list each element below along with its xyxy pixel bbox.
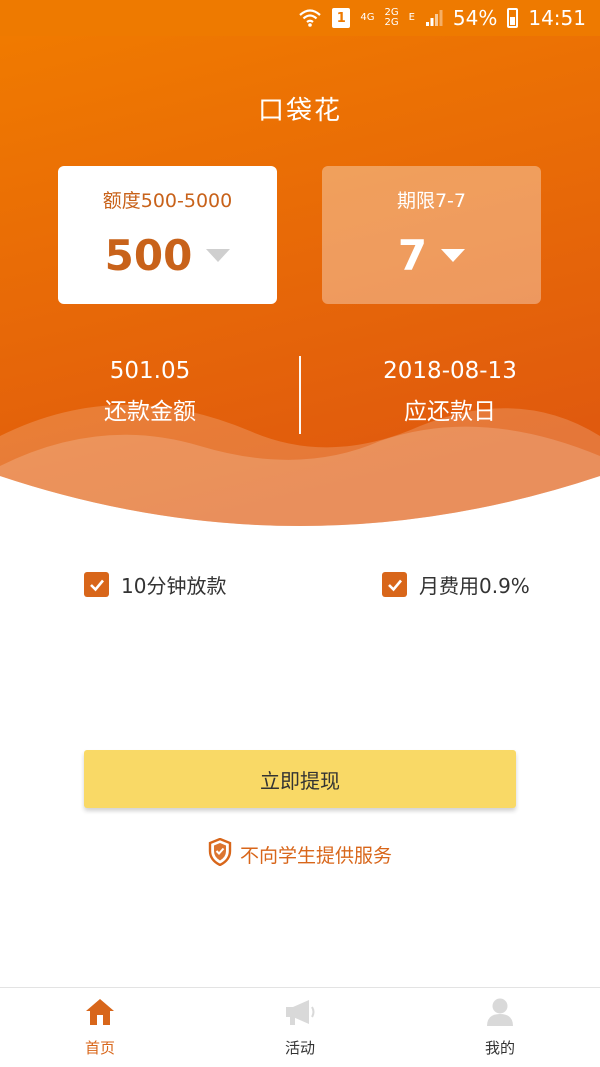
feature-monthly-fee[interactable]: 月费用0.9%	[382, 570, 530, 599]
nav-label: 首页	[84, 1039, 115, 1057]
battery-icon	[507, 8, 519, 28]
checkbox-checked-icon[interactable]	[84, 572, 109, 597]
nav-home[interactable]: 首页	[0, 988, 200, 1067]
megaphone-icon	[283, 997, 317, 1031]
signal-icon	[425, 9, 443, 27]
status-bar: 1 4G 2G 2G E 54% 14:51	[0, 0, 600, 36]
network-4g-label: 4G	[360, 12, 375, 23]
bottom-nav: 首页 活动 我的	[0, 987, 600, 1067]
feature-label: 月费用0.9%	[419, 574, 530, 598]
amount-value: 500	[104, 231, 193, 280]
status-time: 14:51	[528, 6, 586, 30]
network-2g-indicator: 2G 2G	[384, 8, 398, 28]
wifi-icon	[298, 8, 322, 28]
repay-amount-label: 还款金额	[104, 399, 196, 425]
dropdown-arrow-icon	[206, 249, 231, 262]
sim-slot-icon: 1	[332, 8, 351, 28]
feature-label: 10分钟放款	[121, 574, 227, 598]
dropdown-arrow-icon	[441, 249, 466, 262]
battery-percent: 54%	[452, 6, 498, 30]
repay-amount-value: 501.05	[109, 358, 191, 384]
home-icon	[84, 997, 116, 1031]
nav-profile[interactable]: 我的	[400, 988, 600, 1067]
shield-check-icon	[208, 837, 232, 871]
network-2g-label-b: 2G	[384, 17, 399, 28]
repay-date-value: 2018-08-13	[383, 358, 517, 384]
withdraw-button[interactable]: 立即提现	[84, 750, 516, 808]
repay-amount-block: 501.05 还款金额	[0, 358, 300, 426]
notice-text: 不向学生提供服务	[239, 845, 392, 867]
nav-label: 我的	[484, 1039, 515, 1057]
repay-date-label: 应还款日	[404, 399, 496, 425]
term-range-label: 期限7-7	[396, 190, 467, 212]
student-notice: 不向学生提供服务	[0, 837, 600, 871]
nav-label: 活动	[284, 1039, 315, 1057]
amount-selector[interactable]: 额度500-5000 500	[58, 166, 277, 304]
user-icon	[485, 997, 515, 1031]
nav-activity[interactable]: 活动	[200, 988, 400, 1067]
term-value: 7	[397, 231, 428, 280]
term-selector[interactable]: 期限7-7 7	[322, 166, 541, 304]
app-title: 口袋花	[257, 96, 342, 126]
amount-range-label: 额度500-5000	[102, 190, 233, 212]
feature-fast-loan[interactable]: 10分钟放款	[84, 570, 226, 599]
header-banner: 口袋花 额度500-5000 500 期限7-7 7 501.05 还款金额 2…	[0, 36, 600, 536]
checkbox-checked-icon[interactable]	[382, 572, 407, 597]
network-e-label: E	[408, 12, 415, 23]
repay-date-block: 2018-08-13 应还款日	[300, 358, 600, 426]
